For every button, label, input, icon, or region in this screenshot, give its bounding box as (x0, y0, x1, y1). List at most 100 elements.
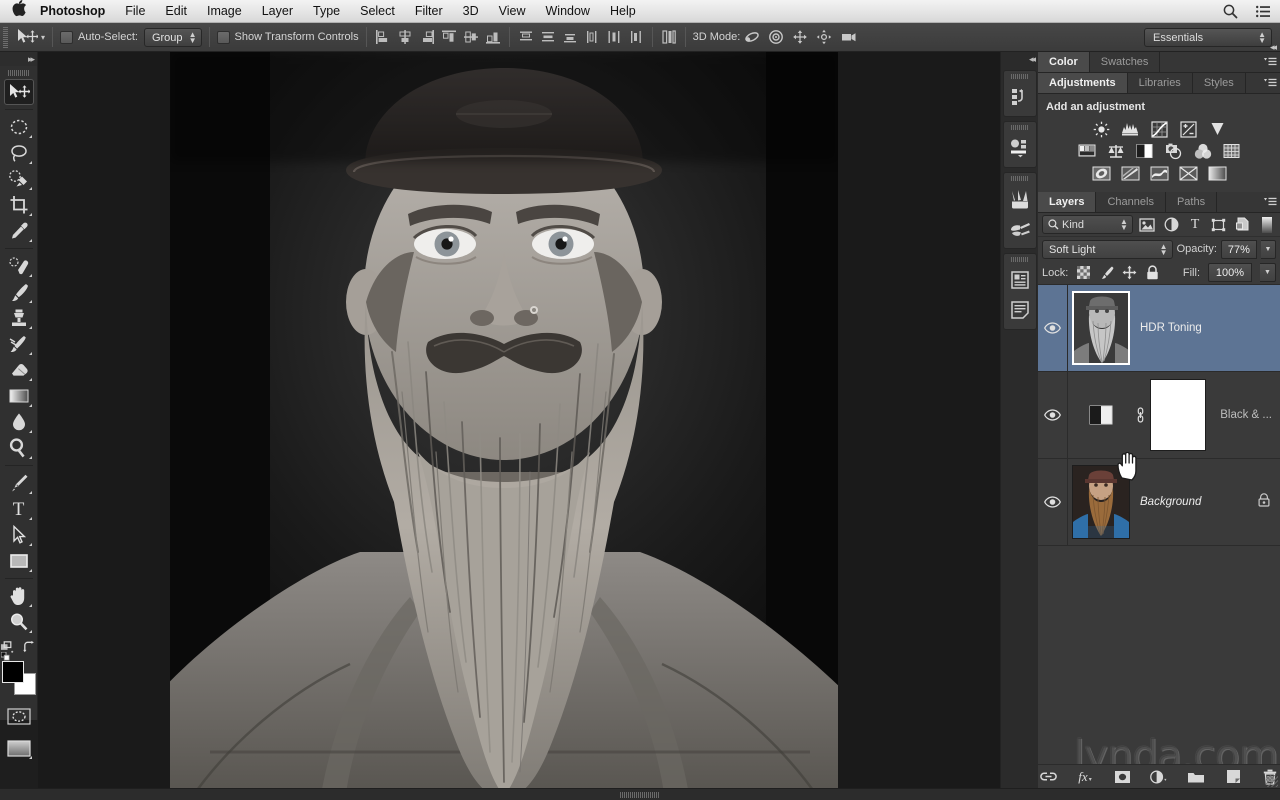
menu-filter[interactable]: Filter (405, 0, 453, 23)
camera-3d-icon[interactable] (840, 29, 859, 45)
new-adjustment-layer-icon[interactable] (1150, 768, 1168, 786)
distribute-vertical-centers-icon[interactable] (539, 28, 557, 46)
layer-name-1[interactable]: HDR Toning (1140, 322, 1280, 334)
tool-gradient[interactable] (4, 383, 34, 409)
layer-row-hdr-toning[interactable]: HDR Toning (1038, 285, 1280, 372)
history-panel-icon[interactable] (1005, 82, 1035, 112)
filter-adjustment-icon[interactable] (1162, 216, 1181, 234)
tool-blur[interactable] (4, 409, 34, 435)
layer-name-3[interactable]: Background (1140, 496, 1258, 508)
pan-3d-icon[interactable] (792, 29, 809, 45)
tool-crop[interactable] (4, 192, 34, 218)
new-group-icon[interactable] (1187, 768, 1205, 786)
filter-toggle-icon[interactable] (1257, 216, 1276, 234)
dock-grip[interactable] (1010, 176, 1029, 181)
distribute-spacing-icon[interactable] (660, 28, 678, 46)
new-layer-icon[interactable] (1224, 768, 1242, 786)
tool-quick-selection[interactable] (4, 166, 34, 192)
bottom-bar-grip[interactable] (620, 792, 660, 798)
tool-history-brush[interactable] (4, 331, 34, 357)
lock-position-icon[interactable] (1122, 265, 1137, 280)
menu-app-name[interactable]: Photoshop (38, 0, 115, 23)
align-top-edges-icon[interactable] (440, 28, 458, 46)
levels-icon[interactable] (1120, 120, 1140, 138)
tool-clone-stamp[interactable] (4, 305, 34, 331)
layer-mask-link-icon[interactable] (1133, 407, 1147, 423)
invert-icon[interactable] (1091, 164, 1111, 182)
layer-mask-thumbnail-2[interactable] (1150, 379, 1206, 451)
quick-mask-toggle[interactable] (4, 703, 34, 729)
selective-color-icon[interactable] (1178, 164, 1198, 182)
distribute-bottom-edges-icon[interactable] (561, 28, 579, 46)
opacity-stepper[interactable]: ▼ (1260, 239, 1276, 259)
tool-dodge[interactable] (4, 435, 34, 461)
align-bottom-edges-icon[interactable] (484, 28, 502, 46)
fill-value[interactable]: 100% (1208, 263, 1252, 282)
tool-brush[interactable] (4, 279, 34, 305)
layers-panel-menu-button[interactable] (1260, 192, 1280, 212)
tool-horizontal-type[interactable]: T (4, 496, 34, 522)
layer-visibility-toggle-2[interactable] (1038, 372, 1068, 458)
tab-libraries[interactable]: Libraries (1127, 73, 1193, 93)
blend-mode-dropdown[interactable]: Soft Light ▲ ▼ (1042, 239, 1173, 259)
add-layer-mask-icon[interactable] (1113, 768, 1131, 786)
brush-presets-icon[interactable] (1005, 214, 1035, 244)
auto-select-scope-dropdown[interactable]: Group ▲ ▼ (143, 27, 202, 47)
list-icon[interactable] (1255, 3, 1272, 20)
link-layers-icon[interactable] (1039, 768, 1057, 786)
adjustments-panel-menu-button[interactable] (1260, 73, 1280, 93)
tool-eraser[interactable] (4, 357, 34, 383)
roll-3d-icon[interactable] (768, 29, 785, 45)
distribute-horizontal-centers-icon[interactable] (605, 28, 623, 46)
filter-shape-icon[interactable] (1209, 216, 1228, 234)
brightness-contrast-icon[interactable] (1091, 120, 1111, 138)
menu-view[interactable]: View (489, 0, 536, 23)
align-horizontal-centers-icon[interactable] (396, 28, 414, 46)
tab-channels[interactable]: Channels (1096, 192, 1166, 212)
photo-filter-icon[interactable] (1164, 142, 1184, 160)
vibrance-icon[interactable] (1207, 120, 1227, 138)
menu-select[interactable]: Select (350, 0, 405, 23)
align-right-edges-icon[interactable] (418, 28, 436, 46)
layer-name-2[interactable]: Black & ... (1216, 409, 1272, 421)
tab-swatches[interactable]: Swatches (1089, 52, 1161, 72)
layer-row-background[interactable]: Background (1038, 451, 1280, 546)
brush-panel-icon[interactable] (1005, 184, 1035, 214)
layer-style-fx-icon[interactable]: fx ▾ (1076, 768, 1094, 786)
tools-panel-grip[interactable] (7, 70, 30, 76)
panel-resize-grip[interactable] (1266, 775, 1278, 787)
tool-path-selection[interactable] (4, 522, 34, 548)
distribute-left-edges-icon[interactable] (583, 28, 601, 46)
posterize-icon[interactable] (1120, 164, 1140, 182)
tab-color[interactable]: Color (1038, 52, 1090, 72)
double-chevron-right-icon[interactable]: ▸▸ (28, 54, 35, 65)
tool-zoom[interactable] (4, 609, 34, 635)
menu-edit[interactable]: Edit (155, 0, 197, 23)
filter-type-icon[interactable]: T (1186, 216, 1205, 234)
default-colors-icon[interactable] (0, 652, 10, 661)
channel-mixer-icon[interactable] (1193, 142, 1213, 160)
tool-rectangle[interactable] (4, 548, 34, 574)
tool-elliptical-marquee[interactable] (4, 114, 34, 140)
document-canvas-area[interactable] (38, 52, 1000, 800)
options-bar-grip[interactable] (3, 26, 8, 48)
show-transform-controls-checkbox[interactable] (216, 30, 230, 44)
gradient-map-icon[interactable] (1207, 164, 1227, 182)
active-tool-picker[interactable]: ▾ (16, 28, 45, 46)
filter-smart-object-icon[interactable] (1233, 216, 1252, 234)
layer-row-black-and-white[interactable]: Black & ... (1038, 372, 1280, 459)
foreground-color-swatch[interactable] (1, 661, 24, 683)
curves-icon[interactable] (1149, 120, 1169, 138)
align-vertical-centers-icon[interactable] (462, 28, 480, 46)
layer-thumbnail-2[interactable] (1072, 403, 1130, 427)
exposure-icon[interactable] (1178, 120, 1198, 138)
threshold-icon[interactable] (1149, 164, 1169, 182)
layer-filter-kind-dropdown[interactable]: Kind ▲ ▼ (1042, 215, 1133, 234)
workspace-dropdown[interactable]: Essentials ▲ ▼ (1144, 28, 1272, 47)
properties-panel-icon[interactable] (1005, 133, 1035, 163)
menu-window[interactable]: Window (536, 0, 600, 23)
dock-grip[interactable] (1010, 257, 1029, 262)
opacity-value[interactable]: 77% (1220, 239, 1257, 259)
color-lookup-icon[interactable] (1222, 142, 1242, 160)
tool-eyedropper[interactable] (4, 218, 34, 244)
